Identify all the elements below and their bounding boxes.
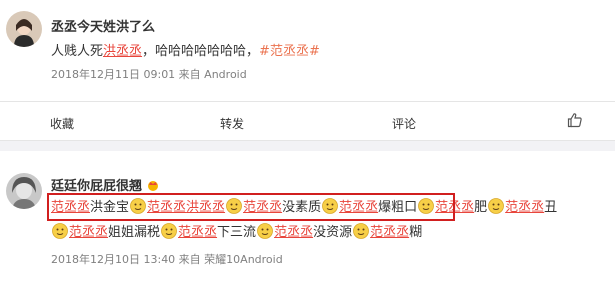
mention-link[interactable]: 范丞丞: [274, 225, 313, 240]
post-meta: 2018年12月11日 09:01 来自 Android: [51, 68, 247, 81]
mention-link[interactable]: 范丞丞: [370, 225, 409, 240]
post-content: 人贱人死洪丞丞，哈哈哈哈哈哈哈，#范丞丞#: [51, 40, 320, 59]
thumbs-up-icon[interactable]: [567, 112, 583, 128]
comment-text: 肥: [474, 200, 488, 215]
comment-text: 姐姐漏税: [108, 225, 161, 240]
comment-text: 没资源: [313, 225, 353, 240]
crown-icon: [146, 179, 160, 191]
content-text: 人贱人死: [51, 44, 104, 59]
highlight-box: [47, 193, 455, 221]
comment-button[interactable]: 评论: [392, 115, 416, 132]
favorite-button[interactable]: 收藏: [50, 115, 74, 132]
username-text[interactable]: 廷廷你屁屁很翘: [51, 179, 142, 194]
avatar[interactable]: [6, 11, 42, 47]
mention-link[interactable]: 范丞丞: [505, 200, 544, 215]
smiley-icon: [353, 223, 369, 239]
smiley-icon: [161, 223, 177, 239]
mention-link[interactable]: 洪丞丞: [103, 44, 142, 59]
topic-link[interactable]: #范丞丞#: [259, 44, 320, 59]
divider: [0, 101, 615, 102]
comment-text: 下三流: [217, 225, 257, 240]
username[interactable]: 丞丞今天姓洪了么: [51, 16, 155, 35]
comment-text: 丑: [544, 200, 558, 215]
smiley-icon: [488, 198, 505, 214]
mention-link[interactable]: 范丞丞: [178, 225, 217, 240]
section-gap: [0, 141, 615, 151]
post-meta: 2018年12月10日 13:40 来自 荣耀10Android: [51, 253, 283, 266]
smiley-icon: [52, 223, 68, 239]
content-text: ，哈哈哈哈哈哈哈，: [142, 44, 260, 59]
comment-text: 糊: [409, 225, 423, 240]
avatar[interactable]: [6, 173, 42, 209]
smiley-icon: [257, 223, 273, 239]
mention-link[interactable]: 范丞丞: [69, 225, 108, 240]
repost-button[interactable]: 转发: [220, 115, 244, 132]
comment-line: 范丞丞姐姐漏税 范丞丞下三流 范丞丞没资源 范丞丞糊: [51, 222, 422, 244]
username[interactable]: 廷廷你屁屁很翘: [51, 175, 160, 194]
